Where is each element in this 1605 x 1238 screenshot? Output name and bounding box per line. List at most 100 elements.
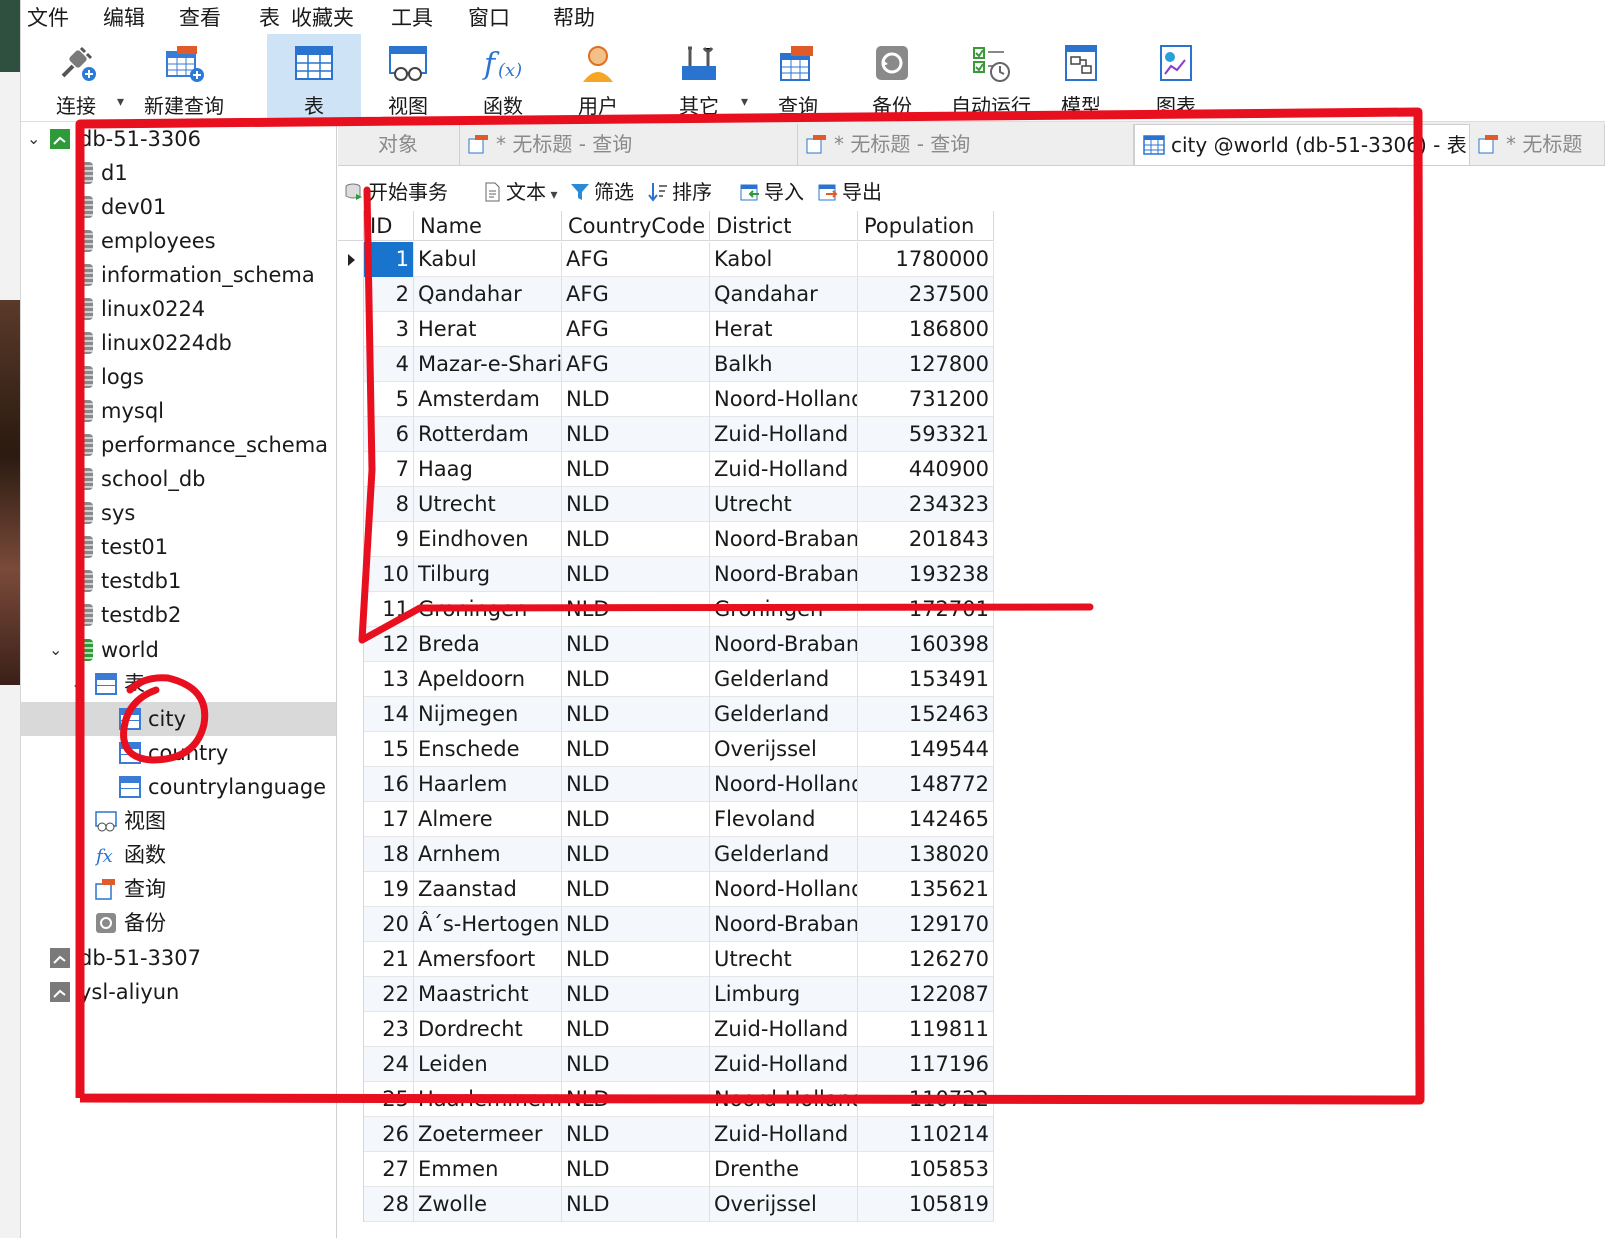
cell-population[interactable]: 160398 (858, 627, 994, 662)
cell-countrycode[interactable]: NLD (562, 1012, 710, 1047)
sort-button[interactable]: 排序 (648, 176, 712, 205)
row-selector[interactable] (338, 347, 364, 382)
table-row[interactable]: 24 Leiden NLD Zuid-Holland 117196 (338, 1047, 994, 1082)
tree-connection-ysl-aliyun[interactable]: ysl-aliyun (21, 975, 336, 1009)
filter-button[interactable]: 筛选 (570, 176, 634, 205)
connect-button[interactable]: 连接 (41, 34, 111, 121)
other-dropdown-caret[interactable]: ▾ (741, 94, 748, 110)
cell-population[interactable]: 105853 (858, 1152, 994, 1187)
cell-id[interactable]: 4 (364, 347, 414, 382)
row-selector[interactable] (338, 242, 364, 277)
import-button[interactable]: 导入 (740, 176, 804, 205)
cell-name[interactable]: Amsterdam (414, 382, 562, 417)
table-row[interactable]: 12 Breda NLD Noord-Brabant 160398 (338, 627, 994, 662)
cell-id[interactable]: 8 (364, 487, 414, 522)
table-row[interactable]: 20Â´s-HertogenboschNLDNoord-Brabant12917… (338, 907, 994, 942)
cell-district[interactable]: Zuid-Holland (710, 452, 858, 487)
row-selector[interactable] (338, 767, 364, 802)
menu-help[interactable]: 帮助 (553, 2, 595, 32)
row-selector[interactable] (338, 1082, 364, 1117)
cell-name[interactable]: Dordrecht (414, 1012, 562, 1047)
row-selector[interactable] (338, 697, 364, 732)
export-button[interactable]: 导出 (818, 176, 882, 205)
cell-population[interactable]: 105819 (858, 1187, 994, 1222)
cell-name[interactable]: Amersfoort (414, 942, 562, 977)
cell-district[interactable]: Zuid-Holland (710, 417, 858, 452)
cell-id[interactable]: 16 (364, 767, 414, 802)
cell-population[interactable]: 172701 (858, 592, 994, 627)
cell-name[interactable]: Groningen (414, 592, 562, 627)
cell-population[interactable]: 440900 (858, 452, 994, 487)
tree-folder-backups[interactable]: 备份 (21, 906, 336, 940)
cell-district[interactable]: Noord-Holland (710, 872, 858, 907)
cell-district[interactable]: Utrecht (710, 487, 858, 522)
menu-file[interactable]: 文件 (27, 2, 69, 32)
menu-tools[interactable]: 工具 (391, 2, 433, 32)
cell-population[interactable]: 135621 (858, 872, 994, 907)
table-row[interactable]: 5 Amsterdam NLD Noord-Holland 731200 (338, 382, 994, 417)
cell-population[interactable]: 126270 (858, 942, 994, 977)
chart-tool-button[interactable]: 图表 (1131, 34, 1221, 121)
cell-district[interactable]: Utrecht (710, 942, 858, 977)
cell-population[interactable]: 142465 (858, 802, 994, 837)
autorun-tool-button[interactable]: 自动运行 (941, 34, 1041, 121)
tree-db-testdb1[interactable]: testdb1 (21, 564, 336, 598)
table-row[interactable]: 7 Haag NLD Zuid-Holland 440900 (338, 452, 994, 487)
cell-countrycode[interactable]: AFG (562, 347, 710, 382)
cell-district[interactable]: Herat (710, 312, 858, 347)
column-header-population[interactable]: Population (858, 211, 994, 241)
row-selector[interactable] (338, 277, 364, 312)
row-selector[interactable] (338, 417, 364, 452)
cell-countrycode[interactable]: AFG (562, 242, 710, 277)
connect-dropdown-caret[interactable]: ▾ (117, 94, 124, 110)
row-selector[interactable] (338, 907, 364, 942)
tree-db-performance-schema[interactable]: performance_schema (21, 428, 336, 462)
cell-id[interactable]: 26 (364, 1117, 414, 1152)
cell-id[interactable]: 2 (364, 277, 414, 312)
cell-countrycode[interactable]: NLD (562, 662, 710, 697)
row-selector[interactable] (338, 802, 364, 837)
cell-name[interactable]: Haarlemmermeer (414, 1082, 562, 1117)
row-selector[interactable] (338, 732, 364, 767)
tree-table-country[interactable]: country (21, 736, 336, 770)
tree-db-linux0224db[interactable]: linux0224db (21, 326, 336, 360)
cell-population[interactable]: 152463 (858, 697, 994, 732)
tab-untitled-query-2[interactable]: * 无标题 - 查询 (798, 124, 1134, 165)
table-row[interactable]: 11 Groningen NLD Groningen 172701 (338, 592, 994, 627)
cell-id[interactable]: 15 (364, 732, 414, 767)
cell-id[interactable]: 24 (364, 1047, 414, 1082)
cell-countrycode[interactable]: NLD (562, 1047, 710, 1082)
cell-district[interactable]: Noord-Holland (710, 382, 858, 417)
cell-countrycode[interactable]: NLD (562, 627, 710, 662)
cell-countrycode[interactable]: NLD (562, 837, 710, 872)
row-selector[interactable] (338, 1117, 364, 1152)
cell-countrycode[interactable]: NLD (562, 977, 710, 1012)
user-tool-button[interactable]: 用户 (557, 34, 639, 121)
cell-district[interactable]: Limburg (710, 977, 858, 1012)
row-selector[interactable] (338, 872, 364, 907)
tree-db-testdb2[interactable]: testdb2 (21, 598, 336, 632)
cell-name[interactable]: Zaanstad (414, 872, 562, 907)
cell-countrycode[interactable]: AFG (562, 277, 710, 312)
cell-district[interactable]: Balkh (710, 347, 858, 382)
table-row[interactable]: 6 Rotterdam NLD Zuid-Holland 593321 (338, 417, 994, 452)
cell-population[interactable]: 138020 (858, 837, 994, 872)
text-button[interactable]: 文本 ▾ (482, 176, 557, 205)
row-selector[interactable] (338, 382, 364, 417)
cell-name[interactable]: Apeldoorn (414, 662, 562, 697)
column-header-name[interactable]: Name (414, 211, 562, 241)
cell-population[interactable]: 149544 (858, 732, 994, 767)
cell-id[interactable]: 28 (364, 1187, 414, 1222)
cell-name[interactable]: Maastricht (414, 977, 562, 1012)
cell-id[interactable]: 18 (364, 837, 414, 872)
tree-db-d1[interactable]: d1 (21, 156, 336, 190)
menu-favorites[interactable]: 收藏夹 (291, 2, 354, 32)
cell-id[interactable]: 14 (364, 697, 414, 732)
tree-table-city[interactable]: city (21, 702, 336, 736)
cell-district[interactable]: Qandahar (710, 277, 858, 312)
cell-name[interactable]: Breda (414, 627, 562, 662)
cell-name[interactable]: Zoetermeer (414, 1117, 562, 1152)
tree-folder-views[interactable]: 视图 (21, 804, 336, 838)
cell-district[interactable]: Overijssel (710, 732, 858, 767)
tree-db-linux0224[interactable]: linux0224 (21, 292, 336, 326)
